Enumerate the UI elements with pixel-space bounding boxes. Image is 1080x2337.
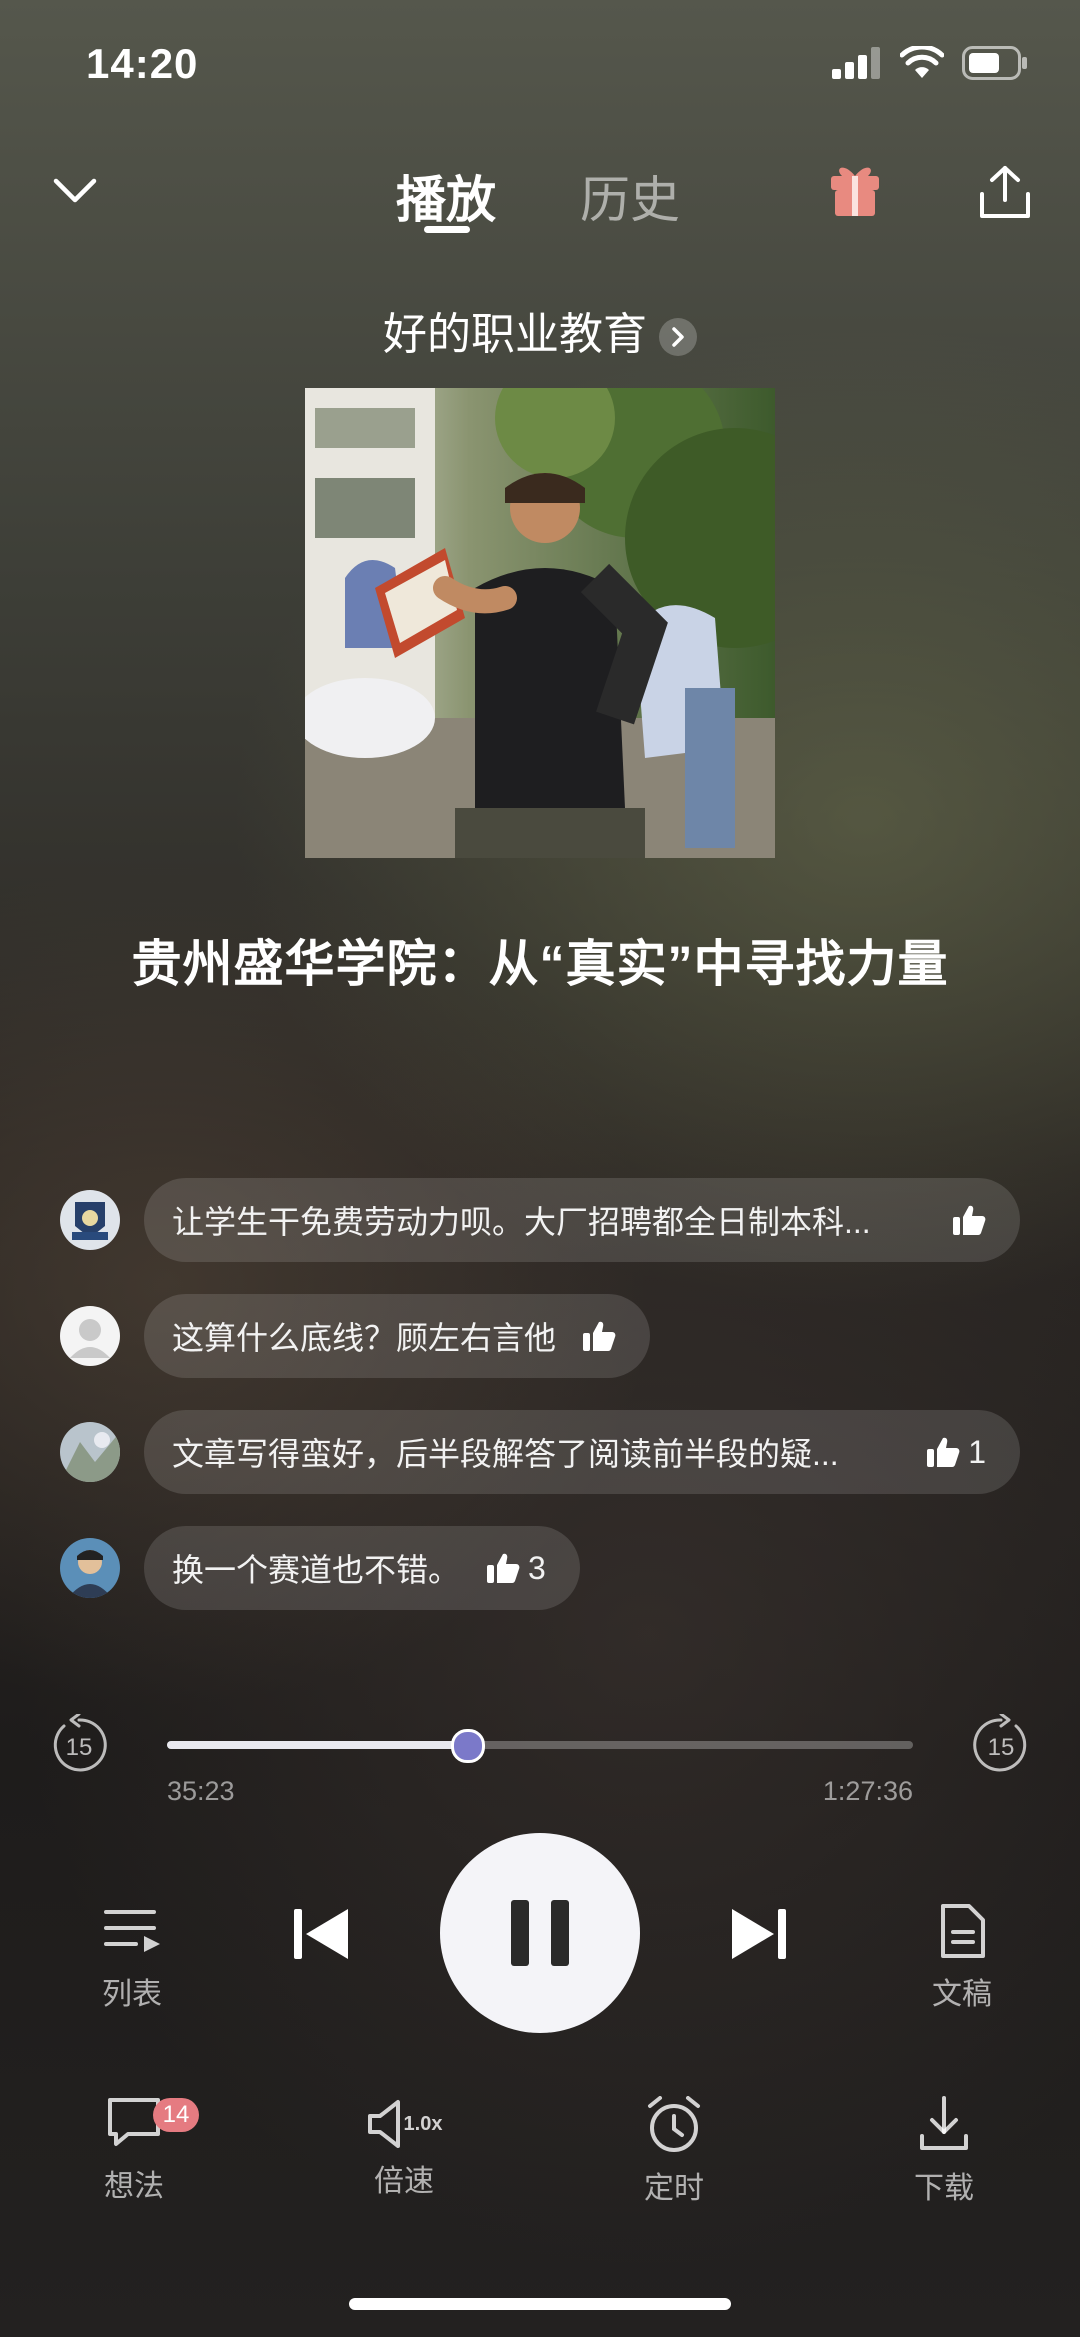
comment-text: 换一个赛道也不错。 <box>172 1552 461 1588</box>
tab-history[interactable]: 历史 <box>580 160 680 232</box>
pause-button[interactable] <box>440 1833 640 2033</box>
elapsed-time: 35:23 <box>167 1776 235 1806</box>
skip-previous-icon <box>294 1909 348 1959</box>
progress-fill <box>167 1741 468 1749</box>
comment-text: 文章写得蛮好，后半段解答了阅读前半段的疑... <box>172 1436 839 1472</box>
like-count: 3 <box>528 1549 546 1586</box>
album-link[interactable]: 好的职业教育 <box>0 298 1080 362</box>
rewind-icon: 15 <box>53 1712 107 1772</box>
like-button[interactable]: 3 <box>486 1550 546 1587</box>
comment-item[interactable]: 让学生干免费劳动力呗。大厂招聘都全日制本科... <box>60 1178 1020 1262</box>
thoughts-label: 想法 <box>104 2170 164 2203</box>
comment-text: 这算什么底线？顾左右言他 <box>172 1320 557 1356</box>
total-time: 1:27:36 <box>822 1776 913 1806</box>
skip-forward-seconds: 15 <box>988 1734 1015 1761</box>
avatar[interactable] <box>60 1190 120 1250</box>
playback-speed-button[interactable]: 1.0x 倍速 <box>324 2096 484 2200</box>
pause-icon <box>511 1900 569 1966</box>
download-label: 下载 <box>914 2172 974 2205</box>
album-name: 好的职业教育 <box>383 310 647 359</box>
playlist-button[interactable]: 列表 <box>52 1904 212 2013</box>
comment-bubble[interactable]: 让学生干免费劳动力呗。大厂招聘都全日制本科... <box>144 1178 1020 1262</box>
status-time: 14:20 <box>86 40 199 87</box>
alarm-clock-icon <box>648 2096 700 2152</box>
comment-item[interactable]: 换一个赛道也不错。 3 <box>60 1526 580 1610</box>
thumbs-up-icon <box>487 1553 520 1583</box>
comment-bubble[interactable]: 这算什么底线？顾左右言他 <box>144 1294 651 1378</box>
share-icon[interactable] <box>978 164 1032 220</box>
battery-icon <box>962 46 1027 80</box>
progress-thumb[interactable] <box>451 1729 485 1763</box>
avatar[interactable] <box>60 1538 120 1598</box>
thumbs-up-icon <box>953 1205 986 1235</box>
comment-item[interactable]: 文章写得蛮好，后半段解答了阅读前半段的疑... 1 <box>60 1410 1020 1494</box>
skip-back-15-button[interactable]: 15 <box>48 1712 110 1776</box>
speed-label: 倍速 <box>374 2165 434 2198</box>
comment-item[interactable]: 这算什么底线？顾左右言他 <box>60 1294 651 1378</box>
sleep-timer-button[interactable]: 定时 <box>594 2096 754 2207</box>
download-button[interactable]: 下载 <box>864 2096 1024 2207</box>
next-button[interactable] <box>726 1905 790 1968</box>
tab-play[interactable]: 播放 <box>396 160 496 232</box>
transcript-button[interactable]: 文稿 <box>882 1904 1042 2013</box>
active-tab-indicator <box>424 226 470 233</box>
like-count: 1 <box>968 1433 986 1470</box>
episode-cover-image <box>305 388 775 858</box>
cellular-signal-icon <box>832 47 880 79</box>
thumbs-up-icon <box>927 1437 960 1467</box>
transcript-label: 文稿 <box>932 1978 992 2011</box>
gift-icon[interactable] <box>828 160 882 218</box>
wifi-icon <box>900 46 944 78</box>
comment-text: 让学生干免费劳动力呗。大厂招聘都全日制本科... <box>172 1204 871 1240</box>
status-icons <box>832 46 1028 80</box>
home-indicator <box>349 2298 731 2310</box>
skip-back-seconds: 15 <box>66 1734 93 1761</box>
speaker-icon <box>367 2100 400 2148</box>
thumbs-up-icon <box>583 1321 616 1351</box>
timer-label: 定时 <box>644 2172 704 2205</box>
skip-next-icon <box>732 1909 786 1959</box>
thoughts-count-badge: 14 <box>153 2098 199 2132</box>
avatar[interactable] <box>60 1422 120 1482</box>
chevron-right-icon <box>659 318 697 357</box>
skip-forward-15-button[interactable]: 15 <box>970 1712 1032 1776</box>
episode-title: 贵州盛华学院：从“真实”中寻找力量 <box>131 936 949 992</box>
chevron-down-icon[interactable] <box>52 176 98 206</box>
fast-forward-icon: 15 <box>973 1712 1027 1772</box>
like-button[interactable] <box>582 1320 616 1352</box>
list-label: 列表 <box>102 1978 162 2011</box>
download-icon <box>920 2096 968 2150</box>
previous-button[interactable] <box>290 1905 354 1968</box>
avatar[interactable] <box>60 1306 120 1366</box>
like-button[interactable] <box>952 1204 986 1236</box>
speed-value: 1.0x <box>403 2112 443 2135</box>
comment-bubble[interactable]: 文章写得蛮好，后半段解答了阅读前半段的疑... 1 <box>144 1410 1020 1494</box>
list-icon <box>104 1910 160 1952</box>
like-button[interactable]: 1 <box>926 1434 986 1471</box>
document-icon <box>941 1904 985 1958</box>
comment-bubble[interactable]: 换一个赛道也不错。 3 <box>144 1526 580 1610</box>
